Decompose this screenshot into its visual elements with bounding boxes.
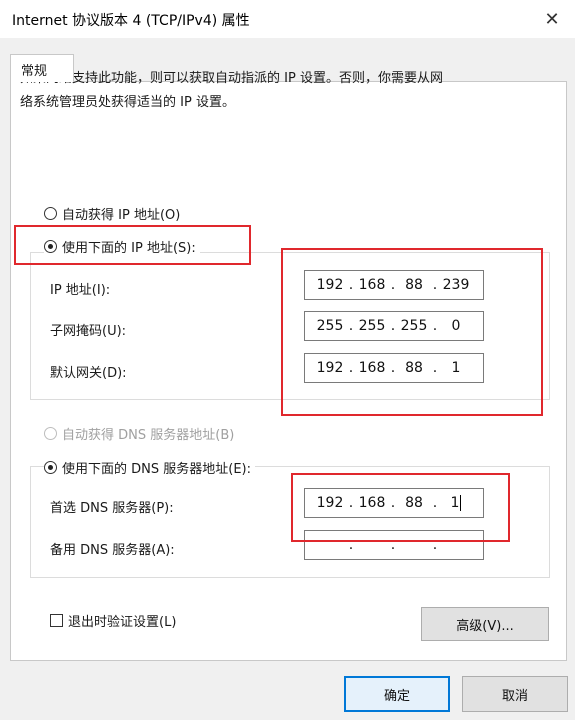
octet: 255: [316, 318, 344, 334]
octet: 88: [405, 360, 423, 376]
manual-dns-radio[interactable]: 使用下面的 DNS 服务器地址(E):: [44, 458, 255, 477]
auto-ip-label: 自动获得 IP 地址(O): [62, 208, 181, 223]
preferred-dns-label: 首选 DNS 服务器(P):: [50, 501, 174, 516]
validate-settings-checkbox[interactable]: 退出时验证设置(L): [50, 611, 176, 630]
dot: .: [432, 360, 438, 376]
dot: .: [390, 537, 396, 553]
manual-ip-radio[interactable]: 使用下面的 IP 地址(S):: [44, 237, 200, 256]
octet: 255: [400, 318, 428, 334]
ip-address-label: IP 地址(I):: [50, 283, 111, 298]
cancel-button[interactable]: 取消: [462, 676, 568, 712]
description-line-1: 如果网络支持此功能，则可以获取自动指派的 IP 设置。否则，你需要从网: [20, 71, 443, 86]
dot: .: [348, 495, 354, 511]
octet: 1: [439, 495, 473, 511]
auto-dns-radio[interactable]: 自动获得 DNS 服务器地址(B): [44, 424, 234, 443]
dot: .: [390, 360, 396, 376]
advanced-button[interactable]: 高级(V)...: [421, 607, 549, 641]
dot: .: [348, 360, 354, 376]
gateway-input[interactable]: 192. 168. 88. 1: [304, 353, 484, 383]
octet-value: 1: [450, 495, 460, 511]
dot: .: [390, 495, 396, 511]
manual-dns-label: 使用下面的 DNS 服务器地址(E):: [62, 462, 251, 477]
validate-settings-label: 退出时验证设置(L): [68, 615, 177, 630]
tab-general[interactable]: 常规: [10, 54, 74, 82]
description-line-2: 络系统管理员处获得适当的 IP 设置。: [20, 95, 235, 110]
octet: 192: [316, 360, 344, 376]
subnet-mask-input[interactable]: 255. 255. 255. 0: [304, 311, 484, 341]
dns-group-box: [30, 466, 550, 578]
dot: .: [390, 318, 396, 334]
octet: 192: [316, 277, 344, 293]
octet: 88: [405, 495, 423, 511]
octet: 168: [358, 360, 386, 376]
dot: .: [432, 277, 438, 293]
dot: .: [348, 277, 354, 293]
octet: 0: [451, 318, 461, 334]
dot: .: [432, 537, 438, 553]
radio-selected-icon: [44, 461, 57, 474]
radio-disabled-icon: [44, 427, 57, 440]
auto-dns-label: 自动获得 DNS 服务器地址(B): [62, 428, 235, 443]
octet: 1: [451, 360, 461, 376]
alternate-dns-label: 备用 DNS 服务器(A):: [50, 543, 175, 558]
alternate-dns-input[interactable]: . . .: [304, 530, 484, 560]
radio-selected-icon: [44, 240, 57, 253]
octet: 168: [358, 277, 386, 293]
octet: 255: [358, 318, 386, 334]
octet: 88: [405, 277, 423, 293]
manual-ip-label: 使用下面的 IP 地址(S):: [62, 241, 196, 256]
close-icon[interactable]: ✕: [537, 6, 567, 32]
dot: .: [432, 318, 438, 334]
title-bar: Internet 协议版本 4 (TCP/IPv4) 属性 ✕: [0, 0, 575, 38]
dot: .: [348, 537, 354, 553]
text-cursor: [460, 495, 462, 511]
radio-circle-icon: [44, 207, 57, 220]
octet: 239: [442, 277, 470, 293]
subnet-mask-label: 子网掩码(U):: [50, 324, 127, 339]
window-title: Internet 协议版本 4 (TCP/IPv4) 属性: [12, 13, 250, 29]
octet: 192: [316, 495, 344, 511]
checkbox-icon: [50, 614, 63, 627]
auto-ip-radio[interactable]: 自动获得 IP 地址(O): [44, 204, 180, 223]
ip-address-input[interactable]: 192. 168. 88. 239: [304, 270, 484, 300]
dot: .: [432, 495, 438, 511]
dot: .: [390, 277, 396, 293]
dot: .: [348, 318, 354, 334]
octet: 168: [358, 495, 386, 511]
gateway-label: 默认网关(D):: [50, 366, 127, 381]
description-text: 如果网络支持此功能，则可以获取自动指派的 IP 设置。否则，你需要从网 络系统管…: [20, 67, 540, 115]
preferred-dns-input[interactable]: 192. 168. 88. 1: [304, 488, 484, 518]
ok-button[interactable]: 确定: [344, 676, 450, 712]
